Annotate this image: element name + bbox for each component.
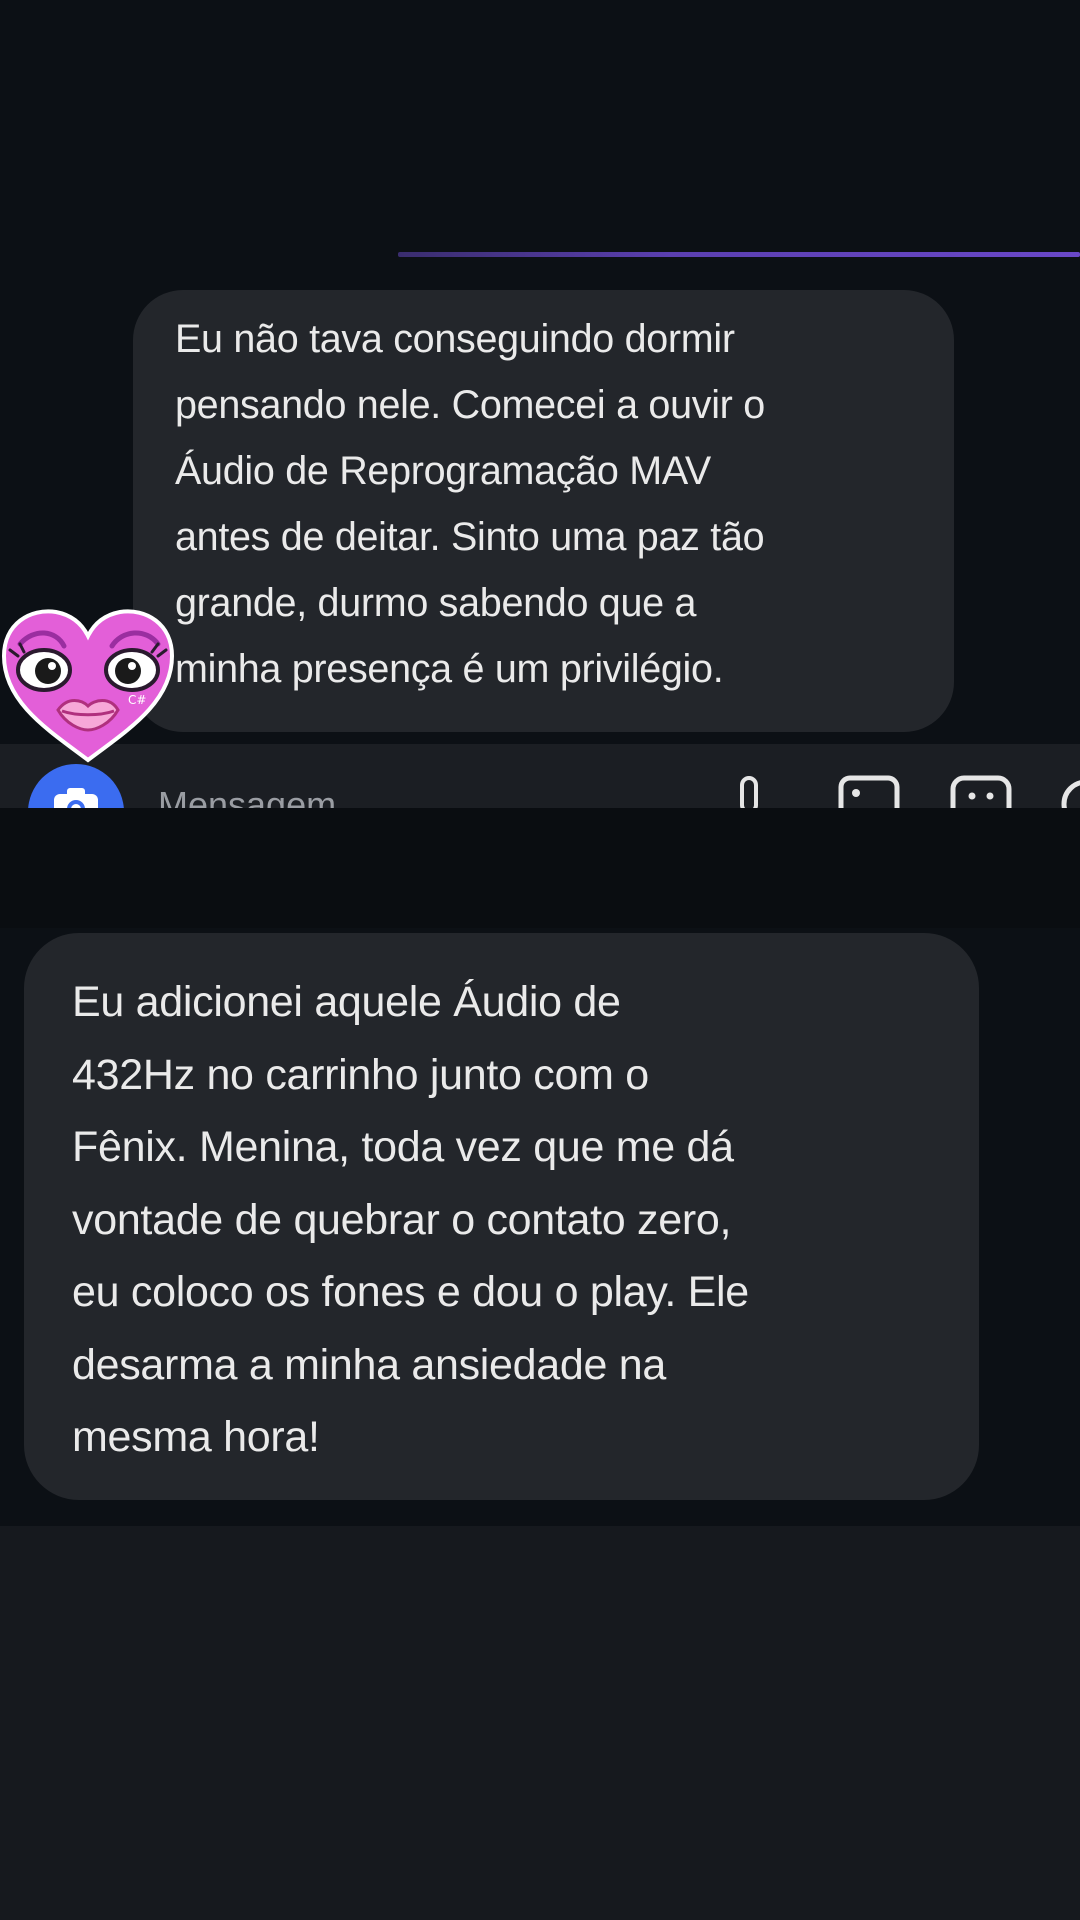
heart-face-sticker: C#	[1, 609, 175, 763]
microphone-icon[interactable]	[735, 774, 763, 808]
accent-divider	[398, 252, 1080, 257]
sticker-icon[interactable]	[950, 774, 1012, 808]
message-line: eu coloco os fones e dou o play. Ele	[72, 1268, 749, 1316]
message-line: Fênix. Menina, toda vez que me dá	[72, 1123, 734, 1171]
image-icon[interactable]	[838, 774, 900, 808]
add-icon[interactable]	[1058, 774, 1080, 808]
message-line: mesma hora!	[72, 1413, 320, 1461]
message-line: Áudio de Reprogramação MAV	[175, 449, 711, 493]
message-input[interactable]: Mensagem	[158, 784, 336, 808]
message-line: Eu não tava conseguindo dormir	[175, 317, 735, 361]
message-line: vontade de quebrar o contato zero,	[72, 1195, 732, 1244]
message-line: Eu adicionei aquele Áudio de	[72, 978, 621, 1026]
camera-icon	[54, 788, 98, 808]
message-line: antes de deitar. Sinto uma paz tão	[175, 515, 765, 559]
message-bubble-1[interactable]: Eu não tava conseguindo dormir pensando …	[133, 290, 954, 732]
message-line: grande, durmo sabendo que a	[175, 581, 697, 625]
message-bubble-2[interactable]: Eu adicionei aquele Áudio de 432Hz no ca…	[24, 933, 979, 1500]
screenshot-divider	[0, 808, 1080, 928]
sticker-signature: C#	[128, 693, 146, 707]
camera-button[interactable]	[28, 764, 124, 808]
message-line: 432Hz no carrinho junto com o	[72, 1050, 649, 1099]
message-line: pensando nele. Comecei a ouvir o	[175, 383, 765, 427]
message-line: minha presença é um privilégio.	[175, 647, 724, 691]
message-line: desarma a minha ansiedade na	[72, 1340, 666, 1389]
